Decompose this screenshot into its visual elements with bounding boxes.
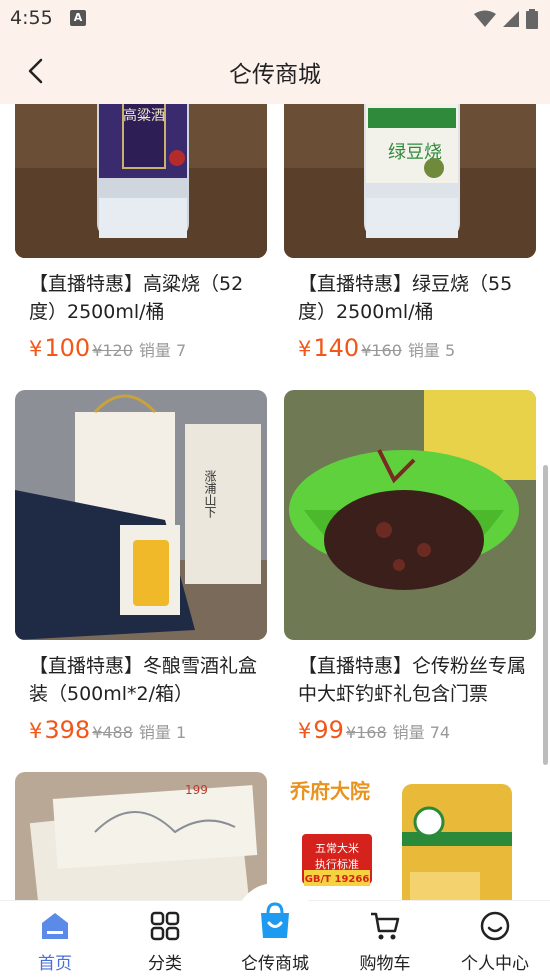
nav-label: 仑传商城 (241, 954, 309, 974)
price-symbol: ¥ (29, 337, 43, 361)
grid-icon (150, 911, 180, 941)
shopping-bag-icon (261, 902, 289, 938)
crayfish-image (284, 390, 536, 640)
nav-label: 个人中心 (461, 954, 529, 974)
original-price: ¥120 (92, 341, 133, 360)
original-price: ¥168 (345, 723, 387, 742)
sales-count: 销量 7 (138, 341, 187, 360)
sales-count: 销量 1 (138, 723, 187, 742)
product-image[interactable]: 199 (15, 772, 267, 900)
product-title[interactable]: 【直播特惠】仑传粉丝专属中大虾钓虾礼包含门票 (284, 652, 536, 708)
smile-icon (480, 911, 510, 941)
rice-tag-3: GB/T 19266 (305, 874, 370, 885)
sales-count: 销量 5 (407, 341, 456, 360)
nav-label: 购物车 (359, 954, 411, 974)
price-row: ¥ 140 ¥160 销量 5 (284, 334, 536, 362)
product-card[interactable]: 高粱酒 【直播特惠】高粱烧（52度）2500ml/桶 ¥ 100 ¥120 销量… (15, 104, 267, 362)
status-bar: 4:55 A (0, 0, 550, 38)
product-image[interactable] (284, 390, 536, 640)
nav-label: 分类 (148, 954, 182, 974)
product-list[interactable]: 高粱酒 【直播特惠】高粱烧（52度）2500ml/桶 ¥ 100 ¥120 销量… (0, 104, 550, 900)
product-card[interactable]: 【直播特惠】仑传粉丝专属中大虾钓虾礼包含门票 ¥ 99 ¥168 销量 74 (284, 390, 536, 744)
sorghum-liquor-image: 高粱酒 (15, 104, 267, 258)
nav-category[interactable]: 分类 (110, 901, 220, 979)
product-title[interactable]: 【直播特惠】高粱烧（52度）2500ml/桶 (15, 270, 267, 326)
product-card[interactable]: 绿豆烧 【直播特惠】绿豆烧（55度）2500ml/桶 ¥ 140 ¥160 销量… (284, 104, 536, 362)
cart-icon (371, 912, 400, 940)
nav-profile[interactable]: 个人中心 (440, 901, 550, 979)
product-title[interactable]: 【直播特惠】冬酿雪酒礼盒装（500ml*2/箱） (15, 652, 267, 708)
price: 140 (313, 334, 360, 362)
ticket-cards-image: 199 (15, 772, 267, 900)
product-card[interactable]: 乔府大院 五常大米 执行标准 GB/T 19266 (284, 772, 536, 900)
product-image[interactable]: 绿豆烧 (284, 104, 536, 258)
price-symbol: ¥ (298, 337, 312, 361)
price: 99 (313, 716, 344, 744)
bottom-nav: 首页 分类 仑传商城 购物车 个人中心 (0, 883, 550, 979)
signal-icon (503, 11, 519, 27)
product-image[interactable]: 高粱酒 (15, 104, 267, 258)
scrollbar[interactable] (543, 465, 548, 765)
brand-text: 乔府大院 (289, 779, 370, 803)
product-card[interactable]: 涨浦山下 【直播特惠】冬酿雪酒礼盒装（500ml*2/箱） ¥ 398 ¥488… (15, 390, 267, 744)
rice-tag-1: 五常大米 (315, 841, 359, 855)
status-icons (474, 9, 538, 29)
price: 398 (44, 716, 91, 744)
nav-home[interactable]: 首页 (0, 901, 110, 979)
product-image[interactable]: 涨浦山下 (15, 390, 267, 640)
box-label-text: 涨浦山下 (203, 469, 217, 518)
page-title: 仑传商城 (229, 62, 321, 88)
wifi-icon (474, 10, 496, 27)
nav-mall[interactable]: 仑传商城 (220, 883, 330, 979)
nav-cart[interactable]: 购物车 (330, 901, 440, 979)
price-tag-text: 199 (185, 783, 208, 797)
sales-count: 销量 74 (392, 723, 451, 742)
product-card[interactable]: 199 (15, 772, 267, 900)
nav-label: 首页 (38, 954, 72, 974)
price-symbol: ¥ (29, 719, 43, 743)
price-symbol: ¥ (298, 719, 312, 743)
product-image[interactable]: 乔府大院 五常大米 执行标准 GB/T 19266 (284, 772, 536, 900)
app-header: 仑传商城 (0, 38, 550, 104)
bottle-label-text: 高粱酒 (123, 107, 165, 124)
status-time: 4:55 (10, 7, 53, 29)
original-price: ¥488 (92, 723, 133, 742)
rice-tag-2: 执行标准 (315, 857, 359, 871)
rice-bag-image: 乔府大院 五常大米 执行标准 GB/T 19266 (284, 772, 536, 900)
product-title[interactable]: 【直播特惠】绿豆烧（55度）2500ml/桶 (284, 270, 536, 326)
price-row: ¥ 99 ¥168 销量 74 (284, 716, 536, 744)
price: 100 (44, 334, 91, 362)
battery-icon (526, 9, 538, 29)
original-price: ¥160 (361, 341, 402, 360)
gift-box-image: 涨浦山下 (15, 390, 267, 640)
price-row: ¥ 100 ¥120 销量 7 (15, 334, 267, 362)
home-icon (42, 913, 68, 939)
price-row: ¥ 398 ¥488 销量 1 (15, 716, 267, 744)
mung-bean-liquor-image: 绿豆烧 (284, 104, 536, 258)
notification-icon: A (70, 10, 86, 26)
